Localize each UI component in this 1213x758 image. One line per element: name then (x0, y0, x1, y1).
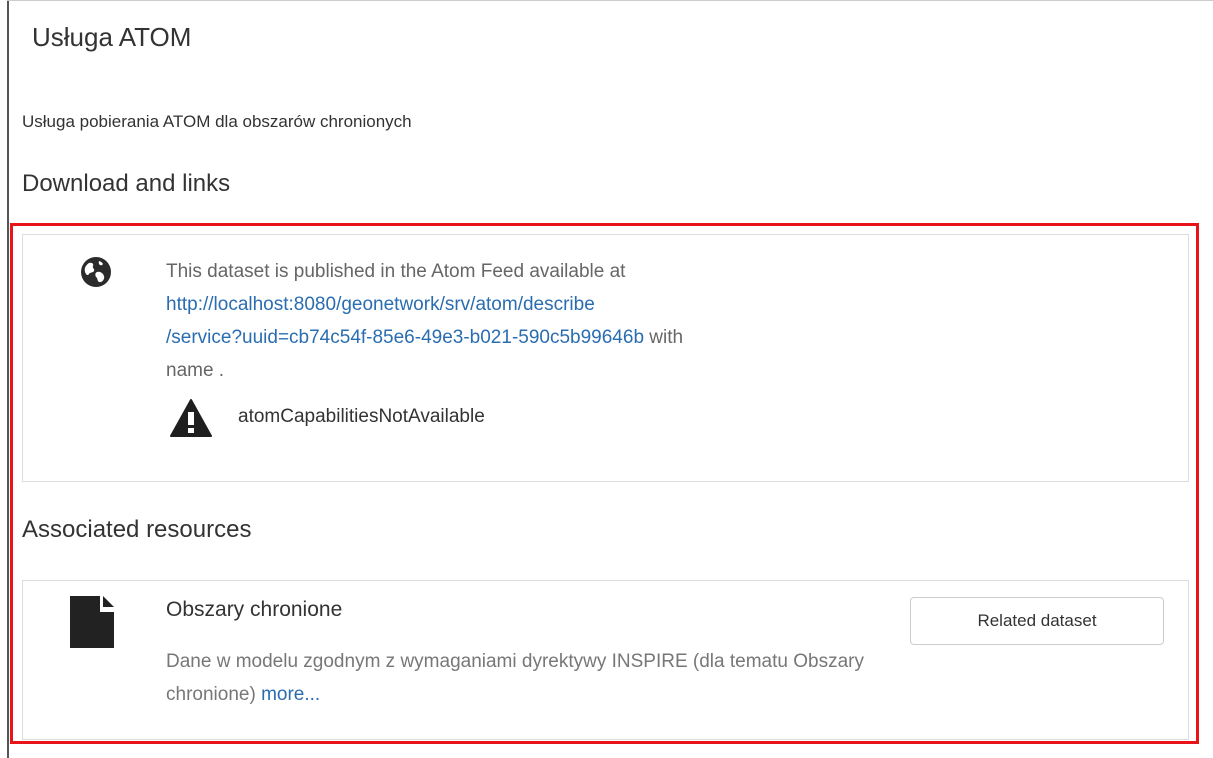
top-divider (7, 0, 1213, 1)
page: Usługa ATOM Usługa pobierania ATOM dla o… (0, 0, 1213, 758)
left-border (7, 0, 9, 758)
download-section-title: Download and links (22, 170, 231, 197)
highlight-frame (10, 223, 1199, 744)
page-title: Usługa ATOM (32, 22, 192, 52)
service-abstract: Usługa pobierania ATOM dla obszarów chro… (22, 112, 412, 131)
